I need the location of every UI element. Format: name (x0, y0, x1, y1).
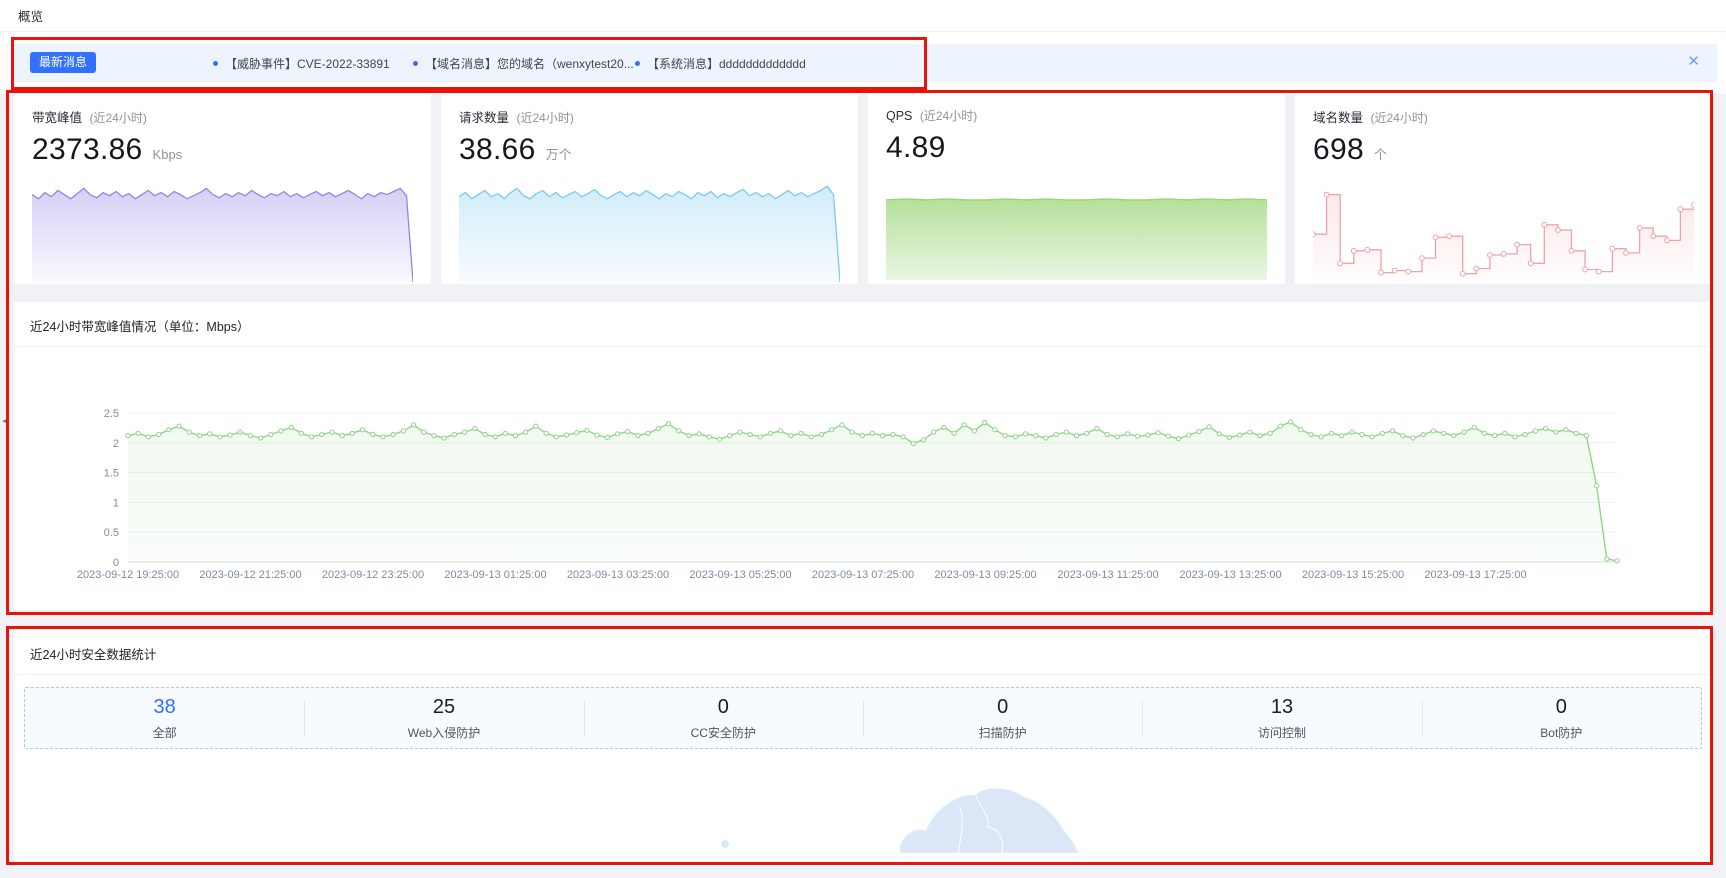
stat-card: 请求数量 (近24小时) 38.66 万个 (441, 94, 858, 284)
stat-card-sparkline (459, 178, 840, 282)
security-stat-label: Web入侵防护 (304, 724, 583, 741)
svg-text:2023-09-13 05:25:00: 2023-09-13 05:25:00 (689, 569, 791, 581)
security-stat-label: CC安全防护 (584, 724, 863, 741)
stat-card-value: 2373.86 (32, 133, 143, 167)
stat-card-title: QPS (886, 109, 912, 123)
security-stat-value: 0 (1422, 696, 1701, 719)
sidebar-collapse-icon[interactable]: ◂ (0, 408, 10, 432)
close-icon[interactable]: ✕ (1687, 54, 1700, 69)
stat-card-unit: Kbps (153, 147, 183, 162)
security-stat-value: 25 (304, 696, 583, 719)
bandwidth-chart-panel: 近24小时带宽峰值情况（单位：Mbps） 0 0.5 1 1.5 2 2.5 2023-09… (14, 302, 1712, 610)
svg-text:2: 2 (113, 438, 119, 450)
security-stat-item[interactable]: 0 Bot防护 (1422, 696, 1701, 741)
security-stat-label: 访问控制 (1142, 724, 1421, 741)
stat-card-period: (近24小时) (90, 111, 147, 125)
svg-text:2023-09-13 11:25:00: 2023-09-13 11:25:00 (1057, 569, 1158, 581)
china-map-partial (14, 749, 1712, 853)
svg-text:1: 1 (113, 497, 119, 509)
security-stats-panel: 近24小时安全数据统计 38 全部 25 Web入侵防护 0 CC安全防护 0 … (14, 630, 1712, 868)
notice-message-text: 【系统消息】ddddddddddddd (647, 55, 806, 72)
svg-text:2023-09-13 13:25:00: 2023-09-13 13:25:00 (1179, 569, 1281, 581)
svg-text:0.5: 0.5 (104, 527, 119, 539)
svg-text:2023-09-12 19:25:00: 2023-09-12 19:25:00 (77, 569, 179, 581)
stat-card-period: (近24小时) (920, 109, 977, 123)
svg-text:0: 0 (113, 557, 119, 569)
notice-strip: 最新消息 【威胁事件】CVE-2022-33891 【域名消息】您的域名（wen… (0, 32, 1726, 94)
security-stat-item[interactable]: 13 访问控制 (1142, 696, 1421, 741)
security-stat-item[interactable]: 0 CC安全防护 (584, 696, 863, 741)
stat-card-sparkline (886, 176, 1267, 280)
latest-news-badge: 最新消息 (30, 52, 96, 73)
notice-message-text: 【域名消息】您的域名（wenxytest20... (425, 55, 634, 72)
page-header: 概览 (0, 0, 1726, 32)
stat-card-title: 带宽峰值 (32, 111, 82, 125)
stat-card: 带宽峰值 (近24小时) 2373.86 Kbps (14, 94, 431, 284)
security-stat-item[interactable]: 25 Web入侵防护 (304, 696, 583, 741)
bandwidth-chart-title: 近24小时带宽峰值情况（单位：Mbps） (14, 302, 1712, 347)
bandwidth-line-chart: 0 0.5 1 1.5 2 2.5 2023-09-12 19:25:00 2023-09-1… (14, 349, 1712, 615)
stat-cards-row: 带宽峰值 (近24小时) 2373.86 Kbps 请求数量 (近24小时) 3… (14, 94, 1712, 284)
svg-text:1.5: 1.5 (104, 468, 119, 480)
stat-card: QPS (近24小时) 4.89 (868, 94, 1285, 284)
security-stat-label: 全部 (25, 724, 304, 741)
bullet-dot-icon (213, 61, 218, 66)
svg-text:2023-09-13 15:25:00: 2023-09-13 15:25:00 (1302, 569, 1404, 581)
stat-card-value: 4.89 (886, 131, 946, 165)
stat-card-sparkline (1313, 178, 1694, 282)
security-stat-value: 38 (25, 696, 304, 719)
svg-text:2.5: 2.5 (104, 408, 119, 420)
security-stats-title: 近24小时安全数据统计 (14, 630, 1712, 675)
bullet-dot-icon (413, 61, 418, 66)
stat-card-sparkline (32, 178, 413, 282)
notice-message-text: 【威胁事件】CVE-2022-33891 (225, 55, 390, 72)
notice-message[interactable]: 【威胁事件】CVE-2022-33891 (213, 44, 390, 82)
page-title: 概览 (18, 6, 43, 25)
security-stat-item[interactable]: 38 全部 (25, 696, 304, 741)
stat-card-unit: 个 (1374, 144, 1387, 163)
notice-message[interactable]: 【系统消息】ddddddddddddd (635, 44, 806, 82)
security-stats-box: 38 全部 25 Web入侵防护 0 CC安全防护 0 扫描防护 13 访问控制 (24, 687, 1702, 749)
security-stat-item[interactable]: 0 扫描防护 (863, 696, 1142, 741)
stat-card-unit: 万个 (546, 144, 572, 163)
stat-card-period: (近24小时) (517, 111, 574, 125)
stat-card-title: 域名数量 (1313, 111, 1363, 125)
security-stat-value: 13 (1142, 696, 1421, 719)
security-stat-value: 0 (584, 696, 863, 719)
svg-text:2023-09-13 17:25:00: 2023-09-13 17:25:00 (1424, 569, 1526, 581)
security-stat-value: 0 (863, 696, 1142, 719)
security-stat-label: 扫描防护 (863, 724, 1142, 741)
bullet-dot-icon (635, 61, 640, 66)
stat-card-period: (近24小时) (1371, 111, 1428, 125)
stat-card-value: 698 (1313, 133, 1364, 167)
svg-text:2023-09-12 23:25:00: 2023-09-12 23:25:00 (322, 569, 424, 581)
stat-card-value: 38.66 (459, 133, 536, 167)
notification-bar: 最新消息 【威胁事件】CVE-2022-33891 【域名消息】您的域名（wen… (14, 44, 1717, 82)
svg-text:2023-09-13 01:25:00: 2023-09-13 01:25:00 (444, 569, 546, 581)
security-stat-label: Bot防护 (1422, 724, 1701, 741)
svg-text:2023-09-12 21:25:00: 2023-09-12 21:25:00 (199, 569, 301, 581)
map-preview (14, 749, 1712, 853)
stat-card: 域名数量 (近24小时) 698 个 (1295, 94, 1712, 284)
notice-message[interactable]: 【域名消息】您的域名（wenxytest20... (413, 44, 634, 82)
svg-text:2023-09-13 09:25:00: 2023-09-13 09:25:00 (934, 569, 1036, 581)
stat-card-title: 请求数量 (459, 111, 509, 125)
svg-text:2023-09-13 03:25:00: 2023-09-13 03:25:00 (567, 569, 669, 581)
svg-text:2023-09-13 07:25:00: 2023-09-13 07:25:00 (812, 569, 914, 581)
